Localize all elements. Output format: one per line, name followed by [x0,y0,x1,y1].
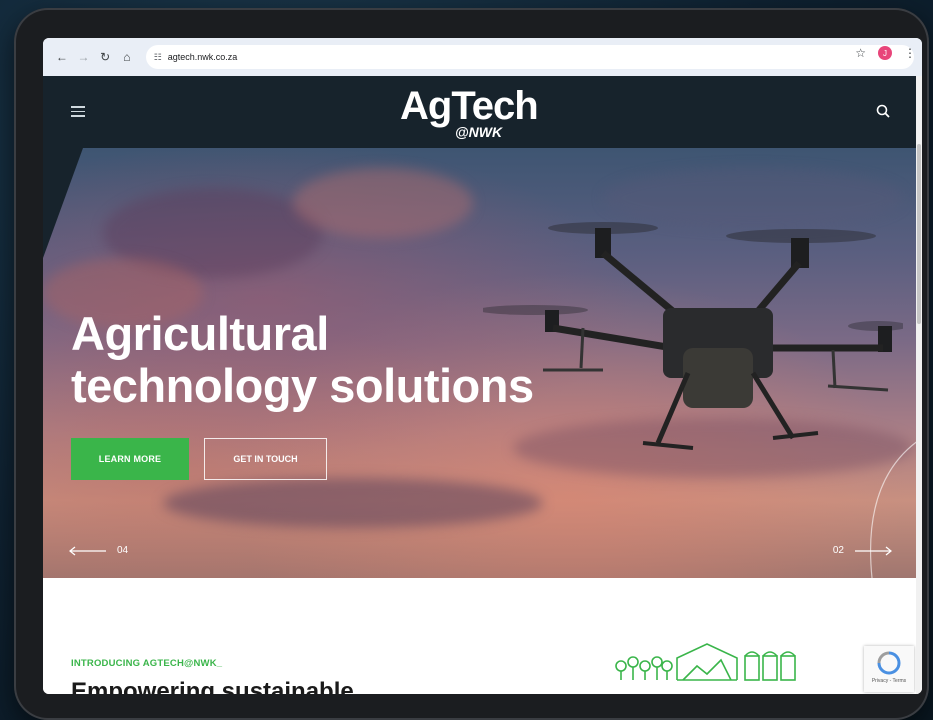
hero-heading-line1: Agricultural [71,307,329,360]
url-text: agtech.nwk.co.za [167,52,238,62]
farm-illustration-icon [615,643,796,681]
slider-prev-control[interactable]: 04 [69,545,128,556]
intro-section: INTRODUCING AGTECH@NWK_ Empowering susta… [43,578,922,694]
scrollbar-thumb[interactable] [917,144,921,324]
address-bar[interactable]: ☷ agtech.nwk.co.za [145,45,915,69]
drone-image [483,222,903,450]
forward-icon[interactable]: → [73,46,95,68]
menu-kebab-icon[interactable]: ⋮ [904,46,916,60]
profile-avatar[interactable]: J [878,46,892,60]
hero-slider: Agricultural technology solutions LEARN … [43,148,922,578]
recaptcha-icon [877,651,901,675]
learn-more-button[interactable]: LEARN MORE [71,438,189,480]
next-slide-number: 02 [832,545,844,556]
reload-icon[interactable]: ↻ [94,46,116,68]
logo-sub-text: @NWK [455,124,503,140]
intro-eyebrow: INTRODUCING AGTECH@NWK_ [71,658,223,669]
prev-slide-number: 04 [117,545,129,556]
browser-window: ← → ↻ ⌂ ☷ agtech.nwk.co.za ☆ J ⋮ AgTech … [43,38,922,694]
hero-heading: Agricultural technology solutions [71,308,534,412]
intro-heading: Empowering sustainable [71,678,354,695]
cloud-shape [163,478,543,528]
get-in-touch-button[interactable]: GET IN TOUCH [204,438,327,480]
site-header: AgTech @NWK [43,76,922,148]
recaptcha-badge[interactable]: Privacy - Terms [864,646,914,692]
page-scrollbar[interactable] [916,76,922,694]
arrow-left-icon [69,545,106,556]
recaptcha-text: Privacy - Terms [871,678,907,684]
site-logo[interactable]: AgTech @NWK [400,86,560,142]
bookmark-star-icon[interactable]: ☆ [855,46,866,60]
hero-heading-line2: technology solutions [71,359,534,412]
search-icon[interactable] [876,104,890,123]
cloud-shape [293,168,473,238]
site-settings-icon[interactable]: ☷ [154,52,162,63]
browser-toolbar: ← → ↻ ⌂ ☷ agtech.nwk.co.za ☆ J ⋮ [43,38,922,76]
back-icon[interactable]: ← [51,46,73,68]
decorative-curve [869,438,922,578]
hamburger-menu-icon[interactable] [71,106,85,120]
home-icon[interactable]: ⌂ [116,46,138,68]
logo-main-text: AgTech [400,84,539,128]
hero-corner-cut [43,148,83,258]
